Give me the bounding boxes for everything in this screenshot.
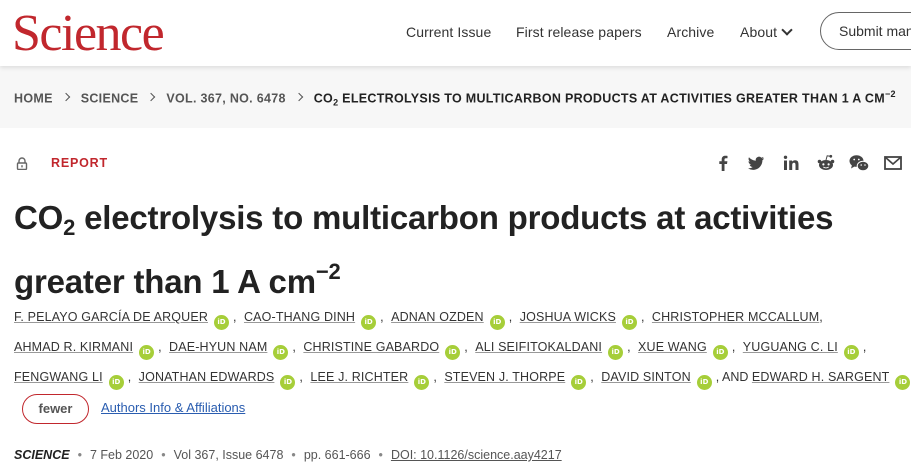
title-line2: greater than 1 A cm bbox=[14, 263, 316, 300]
breadcrumb-bar: HOME SCIENCE VOL. 367, NO. 6478 CO2 ELECTRO… bbox=[0, 66, 911, 128]
linkedin-icon[interactable] bbox=[780, 152, 802, 174]
breadcrumb: HOME SCIENCE VOL. 367, NO. 6478 CO2 ELECTRO… bbox=[14, 89, 896, 108]
article-type-label: REPORT bbox=[51, 156, 108, 170]
orcid-icon[interactable]: iD bbox=[108, 375, 124, 390]
orcid-icon[interactable]: iD bbox=[361, 315, 377, 330]
breadcrumb-current-pre: CO bbox=[313, 91, 334, 106]
title-line1-rest: electrolysis to multicarbon products at … bbox=[75, 199, 834, 236]
nav-current-issue[interactable]: Current Issue bbox=[406, 23, 491, 41]
article-meta: SCIENCE • 7 Feb 2020 • Vol 367, Issue 6478 • p… bbox=[14, 448, 562, 462]
orcid-icon[interactable]: iD bbox=[273, 345, 289, 360]
fewer-authors-button[interactable]: fewer bbox=[22, 394, 89, 424]
breadcrumb-science[interactable]: SCIENCE bbox=[81, 91, 139, 105]
facebook-icon[interactable] bbox=[712, 152, 734, 174]
reddit-icon[interactable] bbox=[815, 152, 837, 174]
article-title: CO2 electrolysis to multicarbon products… bbox=[14, 196, 904, 304]
orcid-icon[interactable]: iD bbox=[489, 315, 505, 330]
author-link[interactable]: XUE WANG bbox=[638, 340, 707, 354]
orcid-icon[interactable]: iD bbox=[445, 345, 461, 360]
breadcrumb-home[interactable]: HOME bbox=[14, 91, 53, 105]
orcid-icon[interactable]: iD bbox=[712, 345, 728, 360]
chevron-right-icon bbox=[294, 93, 303, 102]
author-link[interactable]: ADNAN OZDEN bbox=[391, 310, 484, 324]
author-link[interactable]: CAO-THANG DINH bbox=[244, 310, 355, 324]
author-link[interactable]: DAVID SINTON bbox=[601, 370, 691, 384]
author-row-3: FENGWANG LI iD, JONATHAN EDWARDS iD, LEE J… bbox=[14, 366, 911, 390]
wechat-icon[interactable] bbox=[848, 152, 870, 174]
chevron-down-icon bbox=[781, 24, 793, 36]
breadcrumb-volume[interactable]: VOL. 367, NO. 6478 bbox=[166, 91, 285, 105]
author-link[interactable]: JONATHAN EDWARDS bbox=[139, 370, 275, 384]
orcid-icon[interactable]: iD bbox=[696, 375, 712, 390]
author-link[interactable]: AHMAD R. KIRMANI bbox=[14, 340, 133, 354]
author-link[interactable]: DAE-HYUN NAM bbox=[169, 340, 267, 354]
orcid-icon[interactable]: iD bbox=[608, 345, 624, 360]
breadcrumb-current: CO2 ELECTROLYSIS TO MULTICARBON PRODUCTS… bbox=[313, 89, 896, 108]
title-superscript: −2 bbox=[315, 259, 341, 284]
author-last-prefix: , AND bbox=[715, 370, 752, 384]
author-link[interactable]: FENGWANG LI bbox=[14, 370, 103, 384]
author-row-1: F. PELAYO GARCÍA DE ARQUER iD, CAO-THANG … bbox=[14, 306, 823, 330]
nav-first-release-papers[interactable]: First release papers bbox=[516, 23, 642, 41]
science-logo[interactable]: Science bbox=[12, 4, 165, 64]
author-link[interactable]: JOSHUA WICKS bbox=[520, 310, 616, 324]
author-link[interactable]: F. PELAYO GARCÍA DE ARQUER bbox=[14, 310, 208, 324]
breadcrumb-current-sup: −2 bbox=[884, 89, 896, 99]
title-subscript: 2 bbox=[63, 215, 76, 240]
nav-about[interactable]: About bbox=[740, 23, 793, 41]
author-row-2: AHMAD R. KIRMANI iD, DAE-HYUN NAM iD, CHRI… bbox=[14, 336, 866, 360]
page-range: pp. 661-666 bbox=[303, 448, 371, 462]
chevron-right-icon bbox=[147, 93, 156, 102]
orcid-icon[interactable]: iD bbox=[571, 375, 587, 390]
author-link[interactable]: ALI SEIFITOKALDANI bbox=[475, 340, 602, 354]
author-link[interactable]: CHRISTINE GABARDO bbox=[303, 340, 439, 354]
volume-issue[interactable]: Vol 367, Issue 6478 bbox=[174, 448, 284, 462]
orcid-icon[interactable]: iD bbox=[139, 345, 155, 360]
email-icon[interactable] bbox=[882, 152, 904, 174]
submit-manuscript-button[interactable]: Submit man bbox=[820, 12, 911, 50]
breadcrumb-current-main: ELECTROLYSIS TO MULTICARBON PRODUCTS AT … bbox=[338, 91, 885, 106]
orcid-icon[interactable]: iD bbox=[214, 315, 229, 330]
orcid-icon[interactable]: iD bbox=[843, 345, 859, 360]
nav-archive[interactable]: Archive bbox=[667, 23, 714, 41]
lock-icon bbox=[16, 157, 28, 170]
nav-about-label: About bbox=[740, 24, 778, 40]
author-link[interactable]: LEE J. RICHTER bbox=[310, 370, 408, 384]
orcid-icon[interactable]: iD bbox=[895, 375, 911, 390]
site-header: Science Current Issue First release pape… bbox=[0, 0, 911, 66]
twitter-icon[interactable] bbox=[745, 152, 767, 174]
orcid-icon[interactable]: iD bbox=[414, 375, 430, 390]
chevron-right-icon bbox=[61, 93, 70, 102]
author-link[interactable]: STEVEN J. THORPE bbox=[444, 370, 565, 384]
author-link[interactable]: EDWARD H. SARGENT bbox=[752, 370, 890, 384]
author-link[interactable]: CHRISTOPHER MCCALLUM bbox=[652, 310, 819, 324]
journal-name[interactable]: SCIENCE bbox=[14, 448, 70, 462]
publish-date: 7 Feb 2020 bbox=[89, 448, 154, 462]
title-pre: CO bbox=[14, 199, 64, 236]
orcid-icon[interactable]: iD bbox=[621, 315, 637, 330]
authors-info-affiliations-link[interactable]: Authors Info & Affiliations bbox=[101, 400, 245, 415]
author-link[interactable]: YUGUANG C. LI bbox=[743, 340, 838, 354]
orcid-icon[interactable]: iD bbox=[280, 375, 296, 390]
doi-link[interactable]: DOI: 10.1126/science.aay4217 bbox=[391, 448, 562, 462]
